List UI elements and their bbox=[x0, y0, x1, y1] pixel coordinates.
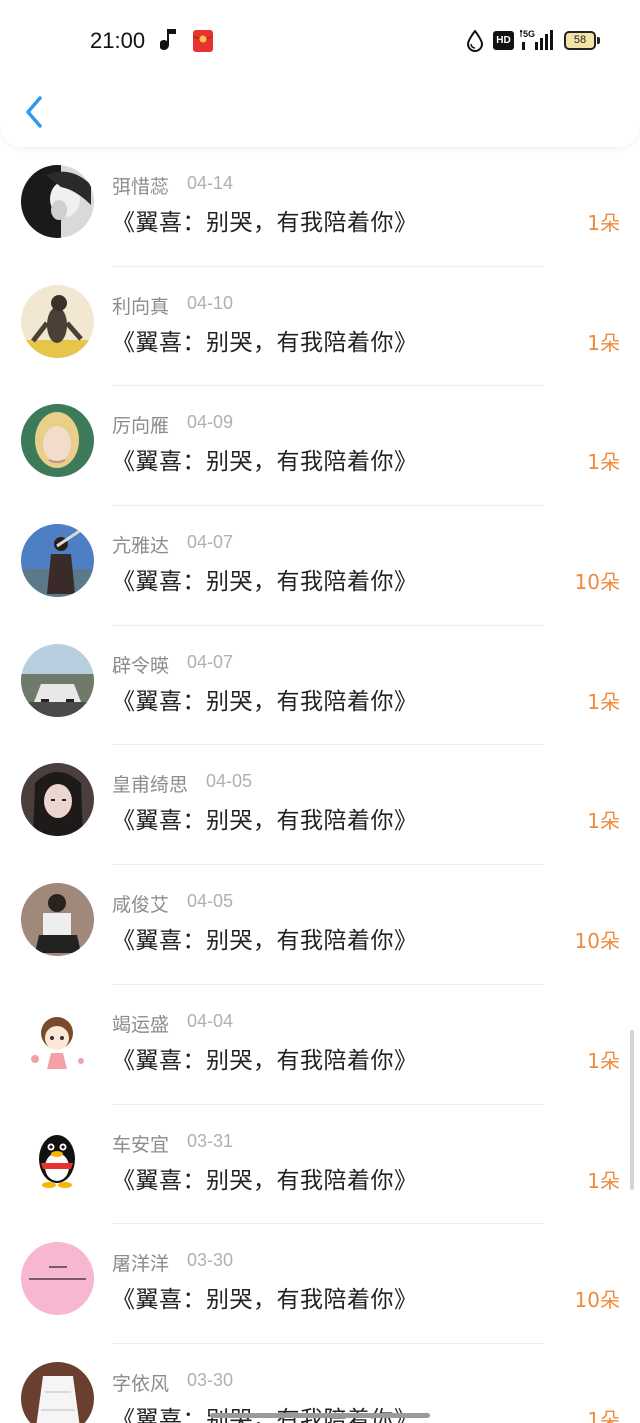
gift-date: 04-14 bbox=[187, 173, 234, 193]
top-header: 21:00 HD 5G 58 bbox=[0, 0, 640, 147]
gift-record-row[interactable]: 车安宜 03-31 《翼喜：别哭，有我陪着你》 1朵 bbox=[0, 1105, 640, 1225]
user-avatar[interactable] bbox=[21, 1002, 94, 1076]
hd-icon: HD bbox=[493, 31, 514, 50]
gift-title: 《翼喜：别哭，有我陪着你》 bbox=[112, 1047, 418, 1074]
gift-record-row[interactable]: 字依风 03-30 《翼喜：别哭，有我陪着你》 1朵 bbox=[0, 1344, 640, 1423]
sender-name[interactable]: 皇甫绮思 bbox=[112, 770, 188, 797]
sender-name[interactable]: 辟令暎 bbox=[112, 651, 169, 678]
user-avatar[interactable] bbox=[21, 1242, 94, 1316]
gift-date: 04-05 bbox=[187, 891, 234, 912]
gift-record-row[interactable]: 亢雅达 04-07 《翼喜：别哭，有我陪着你》 10朵 bbox=[0, 506, 640, 626]
gift-record-row[interactable]: 竭运盛 04-04 《翼喜：别哭，有我陪着你》 1朵 bbox=[0, 985, 640, 1105]
user-avatar[interactable] bbox=[21, 763, 94, 837]
user-avatar[interactable] bbox=[21, 1122, 94, 1196]
gift-record-row[interactable]: 辟令暎 04-07 《翼喜：别哭，有我陪着你》 1朵 bbox=[0, 626, 640, 746]
gift-record-list: 弭惜蕊 04-14 《翼喜：别哭，有我陪着你》 1朵 利向真 04-10 《翼喜：别哭，有我… bbox=[0, 147, 640, 1423]
flower-count: 1朵 bbox=[587, 1168, 620, 1193]
user-avatar[interactable] bbox=[21, 165, 94, 238]
flower-count: 1朵 bbox=[587, 689, 620, 714]
gift-title: 《翼喜：别哭，有我陪着你》 bbox=[112, 1287, 418, 1314]
gift-record-row[interactable]: 利向真 04-10 《翼喜：别哭，有我陪着你》 1朵 bbox=[0, 267, 640, 387]
gift-title: 《翼喜：别哭，有我陪着你》 bbox=[112, 1167, 418, 1194]
gift-date: 04-05 bbox=[206, 771, 253, 792]
battery-icon: 58 bbox=[564, 31, 600, 50]
status-bar: 21:00 HD 5G 58 bbox=[0, 0, 640, 82]
battery-level: 58 bbox=[573, 34, 587, 46]
gift-date: 03-30 bbox=[187, 1250, 234, 1271]
gift-title: 《翼喜：别哭，有我陪着你》 bbox=[112, 210, 418, 236]
water-drop-icon bbox=[466, 30, 484, 52]
home-indicator[interactable] bbox=[210, 1413, 430, 1418]
sender-name[interactable]: 弭惜蕊 bbox=[112, 172, 169, 199]
status-time: 21:00 bbox=[90, 28, 146, 53]
sender-name[interactable]: 竭运盛 bbox=[112, 1010, 169, 1037]
scrollbar[interactable] bbox=[630, 1030, 634, 1190]
gift-record-row[interactable]: 弭惜蕊 04-14 《翼喜：别哭，有我陪着你》 1朵 bbox=[0, 147, 640, 267]
gift-record-row[interactable]: 厉向雁 04-09 《翼喜：别哭，有我陪着你》 1朵 bbox=[0, 386, 640, 507]
music-note-icon bbox=[160, 29, 176, 50]
gift-title: 《翼喜：别哭，有我陪着你》 bbox=[112, 449, 418, 476]
user-avatar[interactable] bbox=[21, 284, 94, 358]
gift-title: 《翼喜：别哭，有我陪着你》 bbox=[112, 688, 418, 715]
gift-record-row[interactable]: 屠洋洋 03-30 《翼喜：别哭，有我陪着你》 10朵 bbox=[0, 1224, 640, 1344]
gift-title: 《翼喜：别哭，有我陪着你》 bbox=[112, 569, 418, 596]
gift-title: 《翼喜：别哭，有我陪着你》 bbox=[112, 1406, 418, 1423]
sender-name[interactable]: 屠洋洋 bbox=[112, 1249, 169, 1276]
sender-name[interactable]: 厉向雁 bbox=[112, 411, 169, 438]
sender-name[interactable]: 亢雅达 bbox=[112, 531, 169, 558]
gift-title: 《翼喜：别哭，有我陪着你》 bbox=[112, 329, 418, 356]
flower-count: 1朵 bbox=[587, 1407, 620, 1423]
gift-date: 04-09 bbox=[187, 412, 234, 433]
flower-count: 1朵 bbox=[587, 450, 620, 475]
flower-count: 1朵 bbox=[587, 1048, 620, 1073]
chevron-left-icon[interactable] bbox=[20, 92, 50, 132]
flower-count: 10朵 bbox=[574, 1288, 620, 1313]
gift-record-row[interactable]: 咸俊艾 04-05 《翼喜：别哭，有我陪着你》 10朵 bbox=[0, 865, 640, 985]
flower-count: 10朵 bbox=[574, 570, 620, 595]
gift-title: 《翼喜：别哭，有我陪着你》 bbox=[112, 808, 418, 835]
flower-count: 1朵 bbox=[587, 211, 620, 235]
flower-count: 10朵 bbox=[574, 929, 620, 954]
gift-date: 03-30 bbox=[187, 1369, 234, 1390]
gift-date: 04-07 bbox=[187, 651, 234, 672]
5g-signal-icon: 5G bbox=[520, 29, 553, 50]
gift-record-row[interactable]: 皇甫绮思 04-05 《翼喜：别哭，有我陪着你》 1朵 bbox=[0, 745, 640, 866]
gift-date: 03-31 bbox=[187, 1130, 234, 1151]
sender-name[interactable]: 字依风 bbox=[112, 1369, 169, 1396]
red-packet-icon bbox=[193, 30, 213, 52]
user-avatar[interactable] bbox=[21, 1361, 94, 1423]
sender-name[interactable]: 车安宜 bbox=[112, 1130, 169, 1157]
gift-date: 04-10 bbox=[187, 292, 234, 313]
flower-count: 1朵 bbox=[587, 330, 620, 355]
user-avatar[interactable] bbox=[21, 524, 94, 598]
user-avatar[interactable] bbox=[21, 643, 94, 717]
svg-text:5G: 5G bbox=[523, 29, 535, 39]
gift-title: 《翼喜：别哭，有我陪着你》 bbox=[112, 928, 418, 955]
flower-count: 1朵 bbox=[587, 809, 620, 834]
sender-name[interactable]: 利向真 bbox=[112, 292, 169, 319]
sender-name[interactable]: 咸俊艾 bbox=[112, 890, 169, 917]
gift-date: 04-04 bbox=[187, 1010, 234, 1031]
user-avatar[interactable] bbox=[21, 404, 94, 478]
user-avatar[interactable] bbox=[21, 883, 94, 957]
gift-date: 04-07 bbox=[187, 532, 234, 553]
